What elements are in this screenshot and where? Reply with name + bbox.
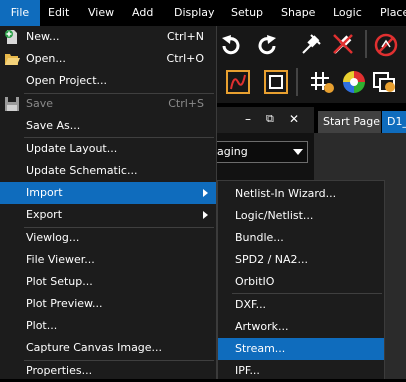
menu-item-label: Open Project...: [26, 74, 108, 87]
menu-item-label: Plot...: [26, 319, 58, 332]
menu-item-label: Plot Preview...: [26, 297, 103, 310]
submenu-item-stream[interactable]: Stream...: [218, 338, 384, 360]
menu-item-plot-preview[interactable]: Plot Preview...: [0, 293, 216, 315]
submenu-item-artwork[interactable]: Artwork...: [218, 316, 384, 338]
menu-item-label: Update Layout...: [26, 142, 118, 155]
unpin-icon[interactable]: [331, 32, 355, 56]
menu-item-capture-canvas-image[interactable]: Capture Canvas Image...: [0, 337, 216, 359]
menu-item-shortcut: Ctrl+O: [166, 52, 204, 65]
menu-logic[interactable]: Logic: [333, 0, 362, 26]
submenu-item-label: Artwork...: [235, 320, 289, 333]
pin-icon[interactable]: [299, 32, 323, 56]
redo-icon[interactable]: [257, 34, 279, 58]
menu-item-file-viewer[interactable]: File Viewer...: [0, 249, 216, 271]
import-submenu: Netlist-In Wizard... Logic/Netlist... Bu…: [217, 180, 385, 379]
menu-item-label: Save As...: [26, 119, 81, 132]
file-menu: New... Ctrl+N Open... Ctrl+O Open Projec…: [0, 26, 217, 379]
submenu-item-label: SPD2 / NA2...: [235, 253, 309, 266]
menu-item-label: Export: [26, 208, 63, 221]
panel-minimize-button[interactable]: –: [245, 112, 251, 126]
arc-icon[interactable]: [226, 70, 250, 94]
menu-item-shortcut: Ctrl+N: [166, 30, 204, 43]
panel-dropdown[interactable]: aging: [214, 141, 308, 163]
menu-item-open[interactable]: Open... Ctrl+O: [0, 48, 216, 70]
submenu-item-label: Logic/Netlist...: [235, 209, 314, 222]
rectangle-icon[interactable]: [264, 70, 288, 94]
toolbar-divider: [365, 30, 367, 58]
submenu-item-label: Stream...: [235, 342, 286, 355]
submenu-item-orbitio[interactable]: OrbitIO: [218, 271, 384, 293]
submenu-item-label: Netlist-In Wizard...: [235, 187, 337, 200]
color-wheel-icon[interactable]: [342, 70, 366, 94]
menu-shape[interactable]: Shape: [281, 0, 315, 26]
submenu-arrow-icon: [203, 189, 208, 197]
panel-dropdown-value: aging: [217, 145, 248, 158]
menu-add[interactable]: Add: [132, 0, 153, 26]
menu-setup[interactable]: Setup: [231, 0, 263, 26]
tab-design[interactable]: D1_: [382, 111, 406, 133]
menu-item-label: Save: [26, 97, 54, 110]
submenu-item-label: Bundle...: [235, 231, 284, 244]
new-file-icon: [5, 30, 17, 44]
save-icon: [5, 97, 19, 111]
menu-view[interactable]: View: [88, 0, 114, 26]
menu-item-update-layout[interactable]: Update Layout...: [0, 138, 216, 160]
menu-item-plot-setup[interactable]: Plot Setup...: [0, 271, 216, 293]
menu-item-new[interactable]: New... Ctrl+N: [0, 26, 216, 48]
menu-item-label: Plot Setup...: [26, 275, 93, 288]
menu-item-label: Import: [26, 186, 63, 199]
panel-close-button[interactable]: ✕: [289, 112, 299, 126]
menu-item-label: Open...: [26, 52, 66, 65]
menu-item-shortcut: Ctrl+S: [168, 97, 204, 110]
menu-item-update-schematic[interactable]: Update Schematic...: [0, 160, 216, 182]
menu-item-label: New...: [26, 30, 60, 43]
submenu-item-label: DXF...: [235, 298, 267, 311]
menu-item-save-as[interactable]: Save As...: [0, 115, 216, 137]
menu-item-save[interactable]: Save Ctrl+S: [0, 93, 216, 115]
submenu-item-dxf[interactable]: DXF...: [218, 294, 384, 316]
submenu-item-logic-netlist[interactable]: Logic/Netlist...: [218, 205, 384, 227]
menu-bar: File Edit View Add Display Setup Shape L…: [0, 0, 406, 27]
undo-icon[interactable]: [220, 34, 240, 58]
no-drc-icon[interactable]: [373, 32, 399, 58]
menu-item-label: File Viewer...: [26, 253, 95, 266]
grid-icon[interactable]: [309, 70, 335, 94]
menu-item-plot[interactable]: Plot...: [0, 315, 216, 337]
submenu-arrow-icon: [203, 211, 208, 219]
submenu-item-netlist-in-wizard[interactable]: Netlist-In Wizard...: [218, 183, 384, 205]
menu-place[interactable]: Place: [380, 0, 406, 26]
toolbar-divider: [296, 68, 298, 96]
panel-restore-button[interactable]: ⧉: [266, 112, 274, 126]
chevron-down-icon: [293, 149, 303, 155]
menu-item-label: Viewlog...: [26, 231, 80, 244]
menu-display[interactable]: Display: [174, 0, 215, 26]
submenu-item-spd2-na2[interactable]: SPD2 / NA2...: [218, 249, 384, 271]
menu-item-import[interactable]: Import: [0, 182, 216, 204]
menu-item-label: Capture Canvas Image...: [26, 341, 163, 354]
tab-start-page[interactable]: Start Page: [318, 111, 381, 133]
menu-item-open-project[interactable]: Open Project...: [0, 70, 216, 92]
submenu-item-label: OrbitIO: [235, 275, 275, 288]
menu-edit[interactable]: Edit: [48, 0, 69, 26]
open-folder-icon: [5, 54, 20, 65]
menu-item-export[interactable]: Export: [0, 204, 216, 226]
menu-file[interactable]: File: [0, 0, 40, 26]
layer-visibility-icon[interactable]: [372, 70, 398, 94]
menu-item-label: Update Schematic...: [26, 164, 138, 177]
submenu-item-bundle[interactable]: Bundle...: [218, 227, 384, 249]
menu-item-viewlog[interactable]: Viewlog...: [0, 227, 216, 249]
